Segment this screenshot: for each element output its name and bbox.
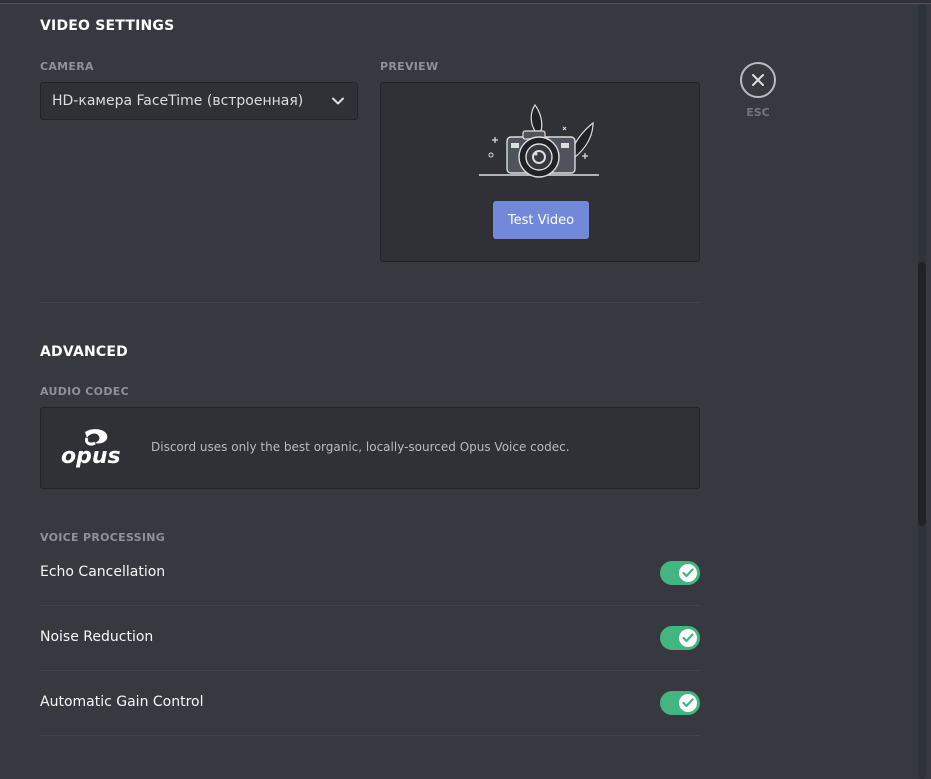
camera-select[interactable]: HD-камера FaceTime (встроенная) [40,82,358,120]
close-button[interactable] [740,62,776,98]
camera-illustration-icon [479,103,599,178]
preview-label: PREVIEW [380,60,439,73]
audio-codec-box: opus Discord uses only the best organic,… [40,407,700,489]
video-preview: Test Video [380,82,700,262]
advanced-title: ADVANCED [40,344,128,360]
echo-cancellation-label: Echo Cancellation [40,564,166,580]
test-video-button[interactable]: Test Video [493,201,589,239]
checkmark-icon [682,568,694,578]
noise-reduction-toggle[interactable] [660,626,700,650]
chevron-down-icon [332,97,344,105]
row-divider [40,670,700,671]
checkmark-icon [682,633,694,643]
echo-cancellation-toggle[interactable] [660,561,700,585]
svg-text:opus: opus [61,444,121,469]
toggle-knob [679,694,697,712]
audio-codec-label: AUDIO CODEC [40,385,129,398]
video-settings-title: VIDEO SETTINGS [40,18,175,34]
row-divider [40,735,700,736]
camera-select-value: HD-камера FaceTime (встроенная) [52,93,304,109]
close-icon [752,74,764,86]
automatic-gain-control-toggle[interactable] [660,691,700,715]
codec-description: Discord uses only the best organic, loca… [151,440,570,454]
toggle-knob [679,564,697,582]
toggle-knob [679,629,697,647]
scrollbar-thumb[interactable] [918,262,926,526]
voice-processing-label: VOICE PROCESSING [40,531,166,544]
section-divider [40,302,700,303]
camera-label: CAMERA [40,60,94,73]
automatic-gain-control-label: Automatic Gain Control [40,694,204,710]
row-divider [40,605,700,606]
opus-logo: opus [61,429,121,469]
top-border [0,0,931,4]
checkmark-icon [682,698,694,708]
esc-label: ESC [746,106,770,119]
noise-reduction-label: Noise Reduction [40,629,154,645]
